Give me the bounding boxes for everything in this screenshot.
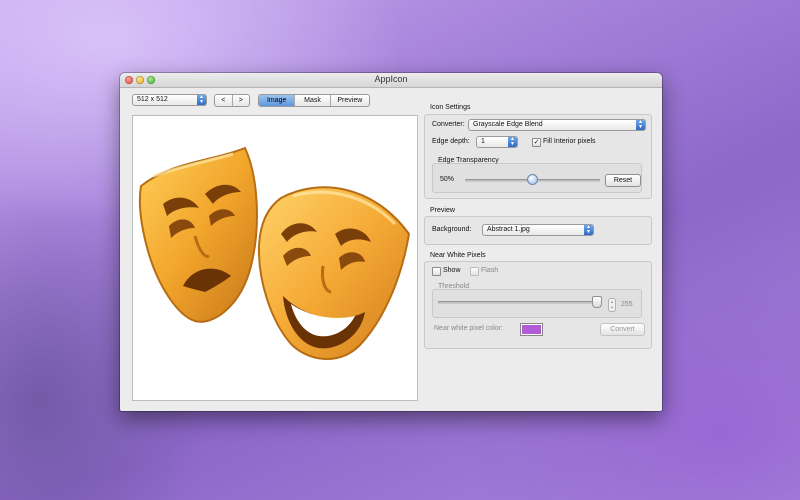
transparency-value: 50%	[440, 176, 455, 183]
previous-button[interactable]: <	[215, 95, 233, 106]
edge-depth-label: Edge depth:	[432, 138, 470, 145]
popup-arrows-icon: ▲ ▼	[508, 137, 517, 147]
near-white-title: Near White Pixels	[430, 252, 486, 259]
popup-arrows-icon: ▲ ▼	[636, 120, 645, 130]
popup-arrows-icon: ▲ ▼	[197, 95, 206, 105]
near-white-color-well[interactable]	[520, 323, 543, 336]
background-label: Background:	[432, 226, 472, 233]
threshold-stepper[interactable]: ▲ ▼	[608, 298, 616, 312]
reset-button[interactable]: Reset	[605, 174, 641, 187]
tab-image[interactable]: Image	[259, 95, 296, 106]
image-canvas[interactable]	[132, 115, 418, 401]
transparency-slider-knob[interactable]	[527, 174, 538, 185]
edge-depth-value: 1	[481, 138, 485, 145]
fill-interior-label: Fill Interior pixels	[543, 138, 596, 145]
icon-settings-title: Icon Settings	[430, 104, 471, 111]
icon-size-popup[interactable]: 512 x 512 ▲ ▼	[132, 94, 207, 106]
view-mode-tabs: Image Mask Preview	[258, 94, 370, 107]
edge-depth-popup[interactable]: 1 ▲ ▼	[476, 136, 518, 148]
window-title: AppIcon	[374, 74, 408, 84]
converter-label: Converter:	[432, 121, 465, 128]
theater-masks-icon	[138, 146, 411, 360]
threshold-title: Threshold	[438, 283, 470, 290]
near-white-color-label: Near white pixel color:	[434, 325, 503, 332]
title-bar[interactable]: AppIcon	[120, 73, 662, 88]
comedy-mask-icon	[257, 186, 411, 360]
show-checkbox[interactable]	[432, 267, 441, 276]
preview-title: Preview	[430, 207, 455, 214]
background-value: Abstract 1.jpg	[487, 226, 530, 233]
flash-label: Flash	[481, 267, 499, 274]
color-swatch-fill	[522, 325, 541, 334]
tab-preview[interactable]: Preview	[331, 95, 369, 106]
tragedy-mask-icon	[138, 146, 258, 323]
flash-checkbox[interactable]	[470, 267, 479, 276]
convert-button[interactable]: Convert	[600, 323, 645, 336]
threshold-slider-track[interactable]	[438, 301, 600, 304]
threshold-slider-knob[interactable]	[592, 296, 602, 308]
next-button[interactable]: >	[233, 95, 250, 106]
edge-transparency-title: Edge Transparency	[438, 157, 499, 164]
fill-interior-checkbox[interactable]: ✓	[532, 138, 541, 147]
show-label: Show	[443, 267, 461, 274]
icon-size-value: 512 x 512	[137, 96, 168, 103]
app-window: AppIcon 512 x 512 ▲ ▼ < > Image Mask Prev…	[120, 73, 662, 411]
converter-popup[interactable]: Grayscale Edge Blend ▲ ▼	[468, 119, 646, 131]
background-popup[interactable]: Abstract 1.jpg ▲ ▼	[482, 224, 594, 236]
tab-mask[interactable]: Mask	[295, 95, 331, 106]
prev-next-control: < >	[214, 94, 250, 107]
threshold-value: 255	[621, 301, 633, 308]
popup-arrows-icon: ▲ ▼	[584, 225, 593, 235]
converter-value: Grayscale Edge Blend	[473, 121, 543, 128]
